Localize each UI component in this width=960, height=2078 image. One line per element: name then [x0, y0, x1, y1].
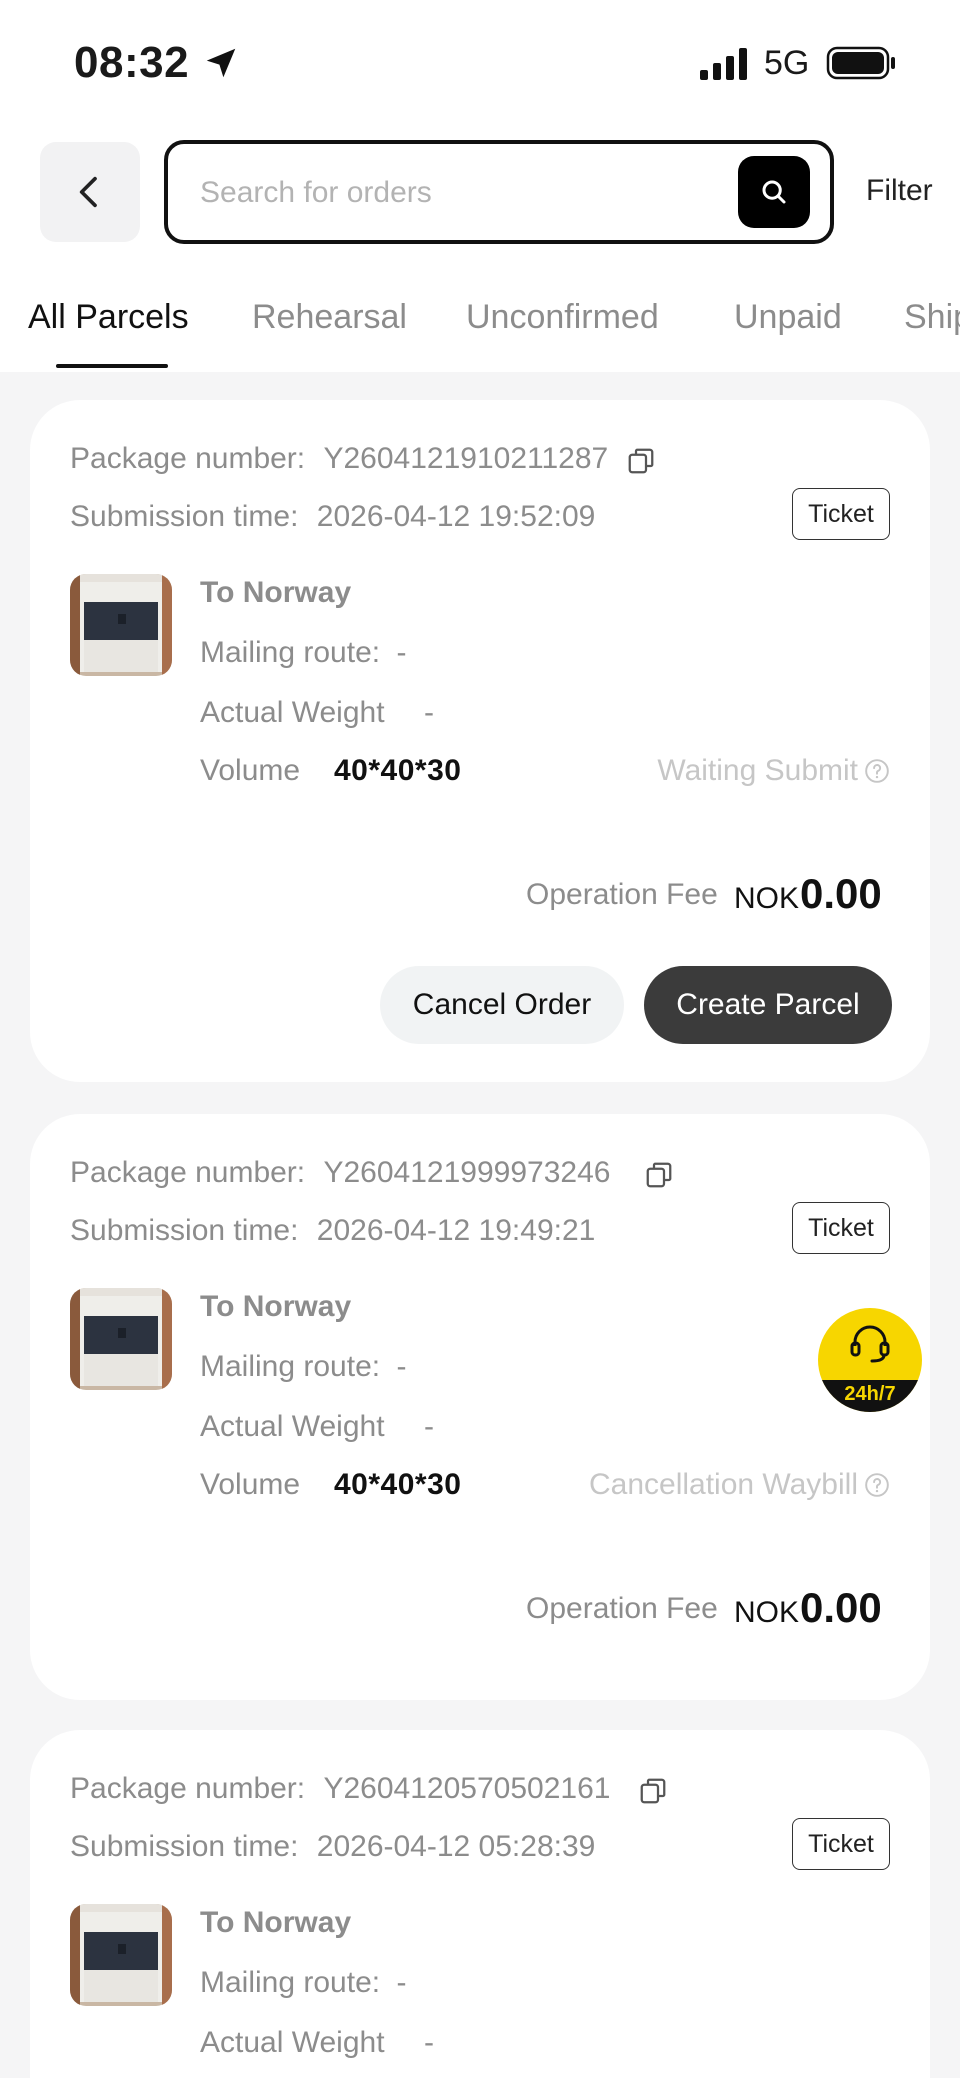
status-bar: 08:32 5G: [0, 0, 960, 130]
search-input[interactable]: [200, 170, 720, 216]
fee-currency: NOK: [734, 882, 800, 915]
actual-weight-label: Actual Weight: [200, 696, 385, 729]
package-number-label: Package number:: [70, 1156, 306, 1189]
submission-time-row: Submission time: 2026-04-12 05:28:39: [70, 1830, 595, 1864]
ticket-button[interactable]: Ticket: [792, 1202, 890, 1254]
mailing-route-value: -: [396, 1966, 407, 1999]
mailing-route-label: Mailing route:: [200, 636, 381, 669]
submission-time: 2026-04-12 19:49:21: [316, 1214, 596, 1247]
operation-fee-label: Operation Fee: [526, 1592, 718, 1625]
parcel-thumbnail: [70, 574, 172, 676]
order-card: Package number: Y2604120570502161 Submis…: [30, 1730, 930, 2078]
tab-unconfirmed[interactable]: Unconfirmed: [466, 298, 659, 337]
actual-weight-value: -: [424, 2026, 434, 2059]
destination: To Norway: [200, 1290, 352, 1323]
fee-amount: 0.00: [800, 1584, 882, 1631]
tab-underline: [56, 364, 168, 368]
filter-button[interactable]: Filter: [866, 174, 933, 208]
submission-time: 2026-04-12 19:52:09: [316, 500, 596, 533]
parcel-image-icon: [70, 1904, 172, 2006]
copy-icon[interactable]: [644, 1160, 674, 1190]
package-number: Y2604121910211287: [323, 442, 609, 475]
ticket-button[interactable]: Ticket: [792, 1818, 890, 1870]
support-button[interactable]: 24h/7: [818, 1308, 922, 1412]
submission-time-label: Submission time:: [70, 500, 299, 533]
fee-amount: 0.00: [800, 870, 882, 917]
mailing-route-row: Mailing route: -: [200, 636, 406, 670]
package-number-row: Package number: Y2604121999973246: [70, 1156, 610, 1190]
support-label: 24h/7: [844, 1383, 896, 1405]
mailing-route-label: Mailing route:: [200, 1966, 381, 1999]
parcel-thumbnail: [70, 1288, 172, 1390]
ticket-button[interactable]: Ticket: [792, 488, 890, 540]
help-icon[interactable]: [864, 758, 890, 784]
signal-icon: [700, 48, 747, 80]
tab-all-parcels[interactable]: All Parcels: [28, 298, 189, 337]
destination: To Norway: [200, 1906, 352, 1939]
actual-weight-value: -: [424, 696, 434, 729]
parcel-image-icon: [70, 1288, 172, 1390]
parcel-thumbnail: [70, 1904, 172, 2006]
mailing-route-value: -: [396, 636, 407, 669]
create-parcel-button[interactable]: Create Parcel: [644, 966, 892, 1044]
package-number: Y2604120570502161: [323, 1772, 611, 1805]
help-icon[interactable]: [864, 1472, 890, 1498]
header: Filter: [0, 140, 960, 244]
package-number: Y2604121999973246: [323, 1156, 611, 1189]
submission-time-row: Submission time: 2026-04-12 19:52:09: [70, 500, 595, 534]
mailing-route-row: Mailing route: -: [200, 1966, 406, 2000]
operation-fee-label: Operation Fee: [526, 878, 718, 911]
actual-weight-label: Actual Weight: [200, 2026, 385, 2059]
search-icon: [762, 180, 786, 204]
mailing-route-row: Mailing route: -: [200, 1350, 406, 1384]
top-area: 08:32 5G Search for orders Filter All Pa…: [0, 0, 960, 372]
mailing-route-label: Mailing route:: [200, 1350, 381, 1383]
submission-time-row: Submission time: 2026-04-12 19:49:21: [70, 1214, 595, 1248]
network-type: 5G: [764, 44, 810, 82]
tab-rehearsal[interactable]: Rehearsal: [252, 298, 407, 337]
status-time: 08:32: [74, 38, 190, 87]
package-number-label: Package number:: [70, 1772, 306, 1805]
volume-value: 40*40*30: [334, 754, 462, 787]
cancel-order-button[interactable]: Cancel Order: [380, 966, 624, 1044]
copy-icon[interactable]: [638, 1776, 668, 1806]
package-number-row: Package number: Y2604120570502161: [70, 1772, 610, 1806]
battery-icon: [826, 46, 895, 80]
copy-icon[interactable]: [626, 446, 656, 476]
order-card: Package number: Y2604121910211287 Submis…: [30, 400, 930, 1082]
headset-icon: [850, 1325, 890, 1363]
order-status: Cancellation Waybill: [588, 1468, 858, 1501]
package-number-row: Package number: Y2604121910211287: [70, 442, 608, 476]
actual-weight-label: Actual Weight: [200, 1410, 385, 1443]
order-card: Package number: Y2604121999973246 Submis…: [30, 1114, 930, 1700]
location-arrow-icon: [206, 48, 236, 78]
search-box: [164, 140, 834, 244]
submission-time-label: Submission time:: [70, 1214, 299, 1247]
chevron-left-icon: [79, 176, 97, 208]
search-button[interactable]: [738, 156, 810, 228]
fee-currency: NOK: [734, 1596, 800, 1629]
volume-value: 40*40*30: [334, 1468, 462, 1501]
destination: To Norway: [200, 576, 352, 609]
parcel-image-icon: [70, 574, 172, 676]
tab-unpaid[interactable]: Unpaid: [734, 298, 842, 337]
back-button[interactable]: [40, 142, 140, 242]
actual-weight-value: -: [424, 1410, 434, 1443]
order-status: Waiting Submit: [657, 754, 858, 787]
volume-label: Volume: [200, 754, 301, 787]
package-number-label: Package number:: [70, 442, 306, 475]
tab-ship[interactable]: Ship: [904, 298, 960, 337]
volume-label: Volume: [200, 1468, 301, 1501]
submission-time-label: Submission time:: [70, 1830, 299, 1863]
status-tabs: All Parcels Rehearsal Unconfirmed Unpaid…: [0, 290, 960, 372]
submission-time: 2026-04-12 05:28:39: [316, 1830, 596, 1863]
mailing-route-value: -: [396, 1350, 407, 1383]
